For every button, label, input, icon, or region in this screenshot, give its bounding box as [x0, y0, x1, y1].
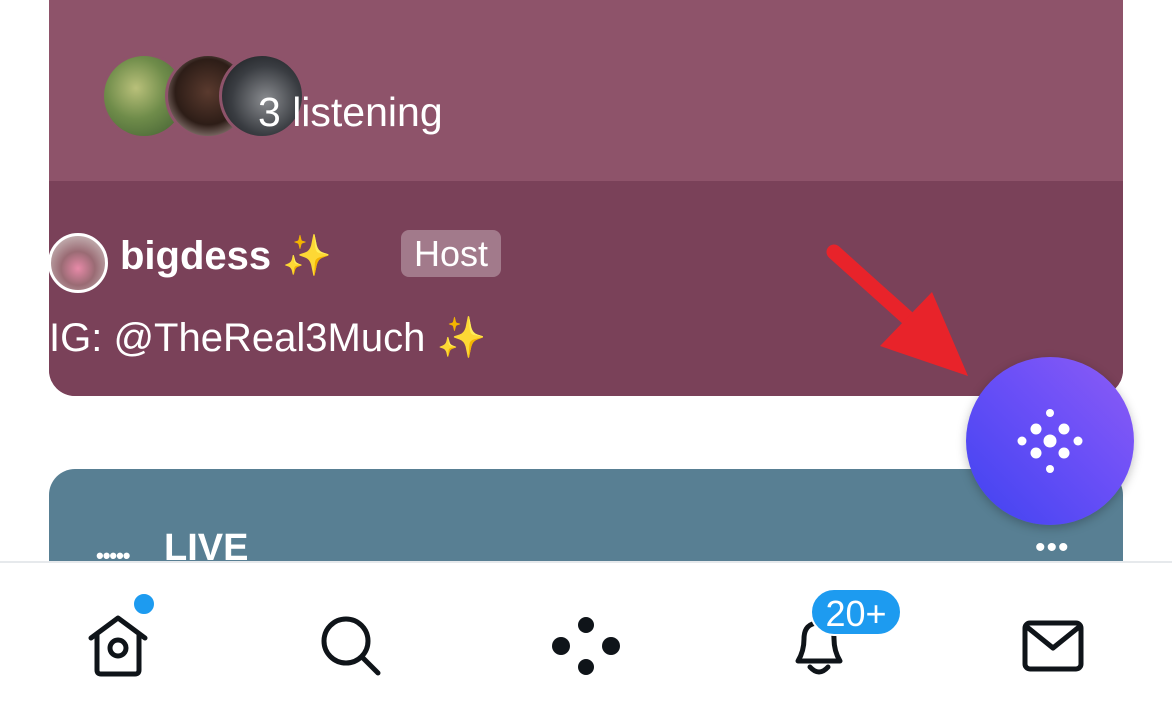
sparkles-icon: ✨	[436, 316, 487, 360]
mail-icon	[1022, 620, 1084, 672]
spaces-fab-button[interactable]	[966, 357, 1134, 525]
host-bio-text: IG: @TheReal3Much	[49, 316, 426, 360]
host-badge: Host	[401, 230, 502, 277]
nav-messages[interactable]	[1008, 601, 1098, 691]
search-icon	[321, 616, 381, 676]
host-name[interactable]: bigdess ✨	[120, 232, 332, 279]
annotation-arrow-icon	[826, 244, 968, 376]
host-bio: IG: @TheReal3Much ✨	[49, 314, 486, 361]
new-content-dot	[132, 592, 156, 616]
notifications-badge: 20+	[810, 588, 902, 636]
more-options-icon[interactable]: •••	[1035, 531, 1070, 565]
space-card-top	[49, 0, 1123, 181]
sparkles-icon: ✨	[282, 234, 333, 278]
host-name-text: bigdess	[120, 234, 272, 278]
home-icon	[88, 615, 148, 677]
bottom-nav: 20+	[0, 561, 1172, 702]
spaces-compose-icon	[1017, 409, 1083, 473]
listening-count: 3 listening	[258, 89, 443, 135]
nav-search[interactable]	[306, 601, 396, 691]
spaces-icon	[552, 617, 620, 675]
host-avatar[interactable]	[48, 233, 108, 293]
nav-spaces[interactable]	[541, 601, 631, 691]
